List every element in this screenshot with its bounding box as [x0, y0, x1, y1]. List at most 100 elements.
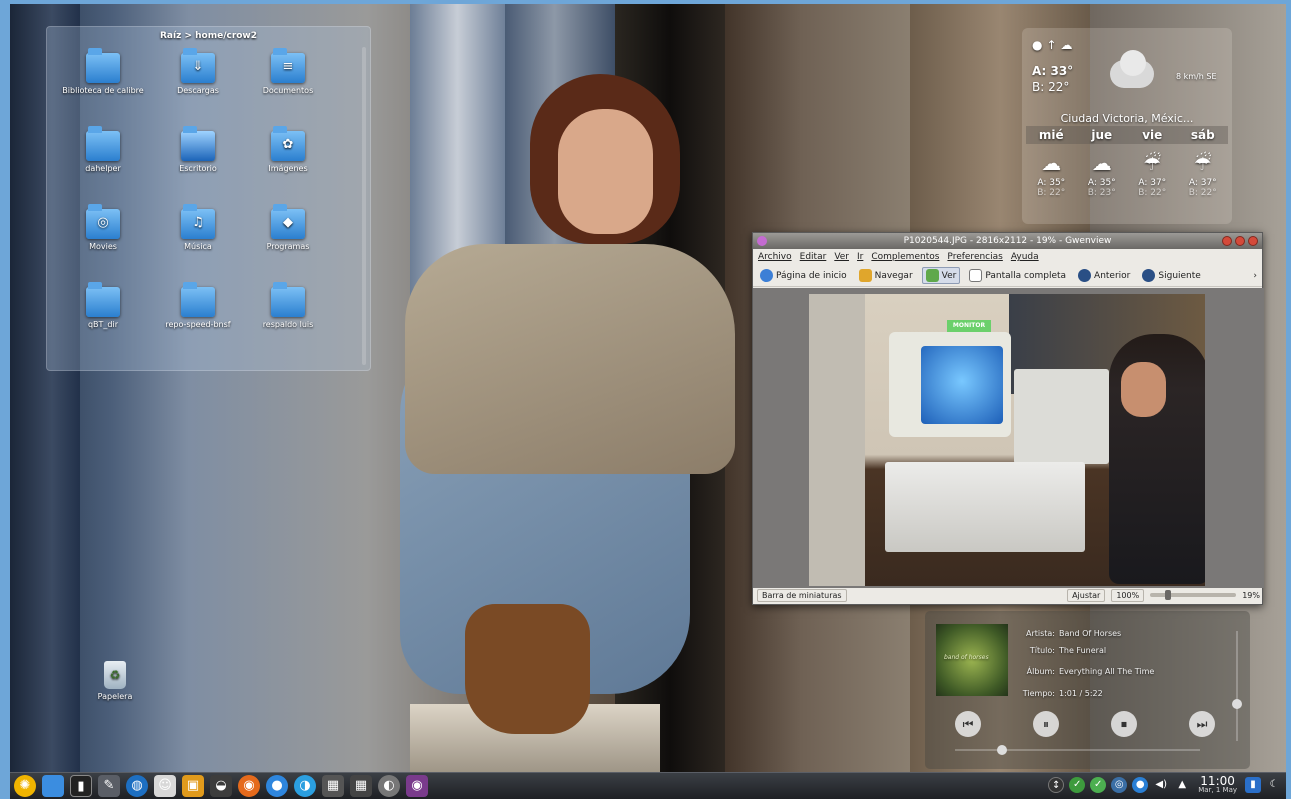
folder-item[interactable]: Escritorio	[152, 126, 244, 173]
browse-button[interactable]: Navegar	[856, 268, 916, 283]
menu-ver[interactable]: Ver	[834, 252, 849, 262]
menu-complementos[interactable]: Complementos	[871, 252, 939, 262]
menu-archivo[interactable]: Archivo	[758, 252, 792, 262]
menu-preferencias[interactable]: Preferencias	[947, 252, 1002, 262]
current-low: B: 22°	[1032, 80, 1070, 94]
forecast-cell: ☔ A: 37° B: 22°	[1127, 148, 1178, 198]
tray-up-arrow-icon[interactable]: ▲	[1174, 777, 1190, 793]
folder-item[interactable]: respaldo luis	[242, 282, 334, 329]
artist-value: Band Of Horses	[1059, 629, 1122, 638]
tray-update-icon[interactable]: ✓	[1090, 776, 1107, 793]
folder-view-scrollbar[interactable]	[362, 47, 366, 365]
maximize-button[interactable]	[1235, 236, 1245, 246]
playback-controls: ⏮ ⏸ ⏹ ⏭	[955, 711, 1215, 737]
previous-track-button[interactable]: ⏮	[955, 711, 981, 737]
volume-slider[interactable]	[1236, 631, 1238, 741]
previous-button[interactable]: Anterior	[1075, 268, 1133, 283]
time-row: Tiempo: 1:01 / 5:22	[1015, 689, 1103, 698]
album-key: Álbum:	[1026, 667, 1055, 676]
network-icon[interactable]: ◍	[126, 775, 148, 797]
folder-item[interactable]: repo-speed-bnsf	[152, 282, 244, 329]
file-manager-icon[interactable]: ▣	[182, 775, 204, 797]
minimize-button[interactable]	[1222, 236, 1232, 246]
panel-settings-icon[interactable]: ☾	[1266, 777, 1282, 793]
seek-slider-handle[interactable]	[997, 745, 1007, 755]
pause-button[interactable]: ⏸	[1033, 711, 1059, 737]
application-menu-icon[interactable]: ✺	[14, 775, 36, 797]
taskbar-launchers: ✺ ▮ ✎ ◍ ☺ ▣ ◒ ◉ ● ◑ ▦ ▦ ◐ ◉	[14, 775, 428, 797]
tray-shield-icon[interactable]: ✓	[1069, 776, 1086, 793]
gimp-icon[interactable]: ☺	[154, 775, 176, 797]
forecast-day: jue	[1091, 128, 1113, 142]
taskbar: ✺ ▮ ✎ ◍ ☺ ▣ ◒ ◉ ● ◑ ▦ ▦ ◐ ◉ ↕ ✓ ✓ ◎ ● ◀)…	[10, 772, 1286, 799]
audio-icon[interactable]: ◐	[378, 775, 400, 797]
desktop: Raíz > home/crow2 Biblioteca de calibre …	[10, 4, 1286, 776]
folder-item[interactable]: ✿ Imágenes	[242, 126, 334, 173]
zoom-slider[interactable]	[1150, 590, 1237, 600]
image-viewer[interactable]: MONITOR	[753, 288, 1264, 588]
next-button[interactable]: Siguiente	[1139, 268, 1203, 283]
cloudy-icon	[1104, 50, 1159, 95]
menu-ayuda[interactable]: Ayuda	[1011, 252, 1039, 262]
cover-text: band of horses	[944, 654, 989, 661]
photo-label: MONITOR	[947, 320, 991, 332]
tray-trash-icon[interactable]: ▮	[1245, 776, 1261, 793]
folder-item[interactable]: ≡ Documentos	[242, 48, 334, 95]
folder-icon	[271, 282, 305, 317]
show-desktop-icon[interactable]	[42, 775, 64, 797]
volume-slider-handle[interactable]	[1232, 699, 1242, 709]
album-cover: band of horses	[936, 624, 1008, 696]
folder-item[interactable]: ♫ Música	[152, 204, 244, 251]
folder-item[interactable]: qBT_dir	[57, 282, 149, 329]
thumbnail-bar-toggle[interactable]: Barra de miniaturas	[757, 588, 847, 602]
editor-icon[interactable]: ✎	[98, 775, 120, 797]
gwenview-task-icon[interactable]: ◉	[406, 775, 428, 797]
toolbar-overflow-icon[interactable]: ›	[1253, 271, 1257, 281]
next-icon	[1142, 269, 1156, 282]
window-titlebar[interactable]: P1020544.JPG - 2816x2112 - 19% - Gwenvie…	[753, 233, 1262, 249]
next-track-button[interactable]: ⏭	[1189, 711, 1215, 737]
gwenview-app-icon[interactable]	[757, 236, 767, 246]
artist-key: Artista:	[1025, 629, 1055, 638]
terminal-icon[interactable]: ▮	[70, 775, 92, 797]
forecast-high: A: 37°	[1188, 178, 1217, 188]
tray-notification-icon[interactable]: ↕	[1048, 776, 1065, 793]
tray-chat-icon[interactable]: ●	[1132, 776, 1149, 793]
folder-label: Descargas	[177, 86, 219, 95]
pager-icon[interactable]: ▦	[322, 775, 344, 797]
volume-icon[interactable]: ◀)	[1153, 777, 1169, 793]
fit-button[interactable]: Ajustar	[1067, 588, 1106, 602]
folder-item[interactable]: dahelper	[57, 126, 149, 173]
menu-editar[interactable]: Editar	[800, 252, 827, 262]
home-button[interactable]: Página de inicio	[757, 268, 850, 283]
folder-item[interactable]: Biblioteca de calibre	[57, 48, 149, 95]
browser-icon[interactable]: ◑	[294, 775, 316, 797]
folder-label: Movies	[89, 242, 117, 251]
chat-icon[interactable]: ●	[266, 775, 288, 797]
stop-button[interactable]: ⏹	[1111, 711, 1137, 737]
fullscreen-button[interactable]: Pantalla completa	[966, 268, 1069, 283]
view-button[interactable]: Ver	[921, 267, 961, 284]
menu-ir[interactable]: Ir	[857, 252, 863, 262]
seek-slider[interactable]	[955, 749, 1200, 751]
zoom-controls: Ajustar 100% 19%	[1067, 588, 1260, 602]
documents-folder-icon: ≡	[271, 48, 305, 83]
folder-item[interactable]: ◎ Movies	[57, 204, 149, 251]
system-monitor-icon[interactable]: ◒	[210, 775, 232, 797]
tray-network-icon[interactable]: ◎	[1111, 776, 1128, 793]
close-button[interactable]	[1248, 236, 1258, 246]
forecast-low: B: 23°	[1087, 188, 1116, 198]
pager-icon[interactable]: ▦	[350, 775, 372, 797]
firefox-icon[interactable]: ◉	[238, 775, 260, 797]
wind-icon: ↑	[1046, 38, 1061, 52]
folder-item[interactable]: ◆ Programas	[242, 204, 334, 251]
refresh-icon[interactable]: ●	[1032, 38, 1046, 52]
zoom-100-button[interactable]: 100%	[1111, 588, 1145, 602]
clock-date: Mar, 1 May	[1198, 786, 1237, 794]
album-value: Everything All The Time	[1059, 667, 1155, 676]
zoom-slider-handle[interactable]	[1165, 590, 1172, 600]
trash-item[interactable]: ♻ Papelera	[90, 661, 140, 701]
wallpaper-person	[465, 604, 590, 734]
folder-item[interactable]: ⇓ Descargas	[152, 48, 244, 95]
clock[interactable]: 11:00 Mar, 1 May	[1198, 775, 1237, 794]
